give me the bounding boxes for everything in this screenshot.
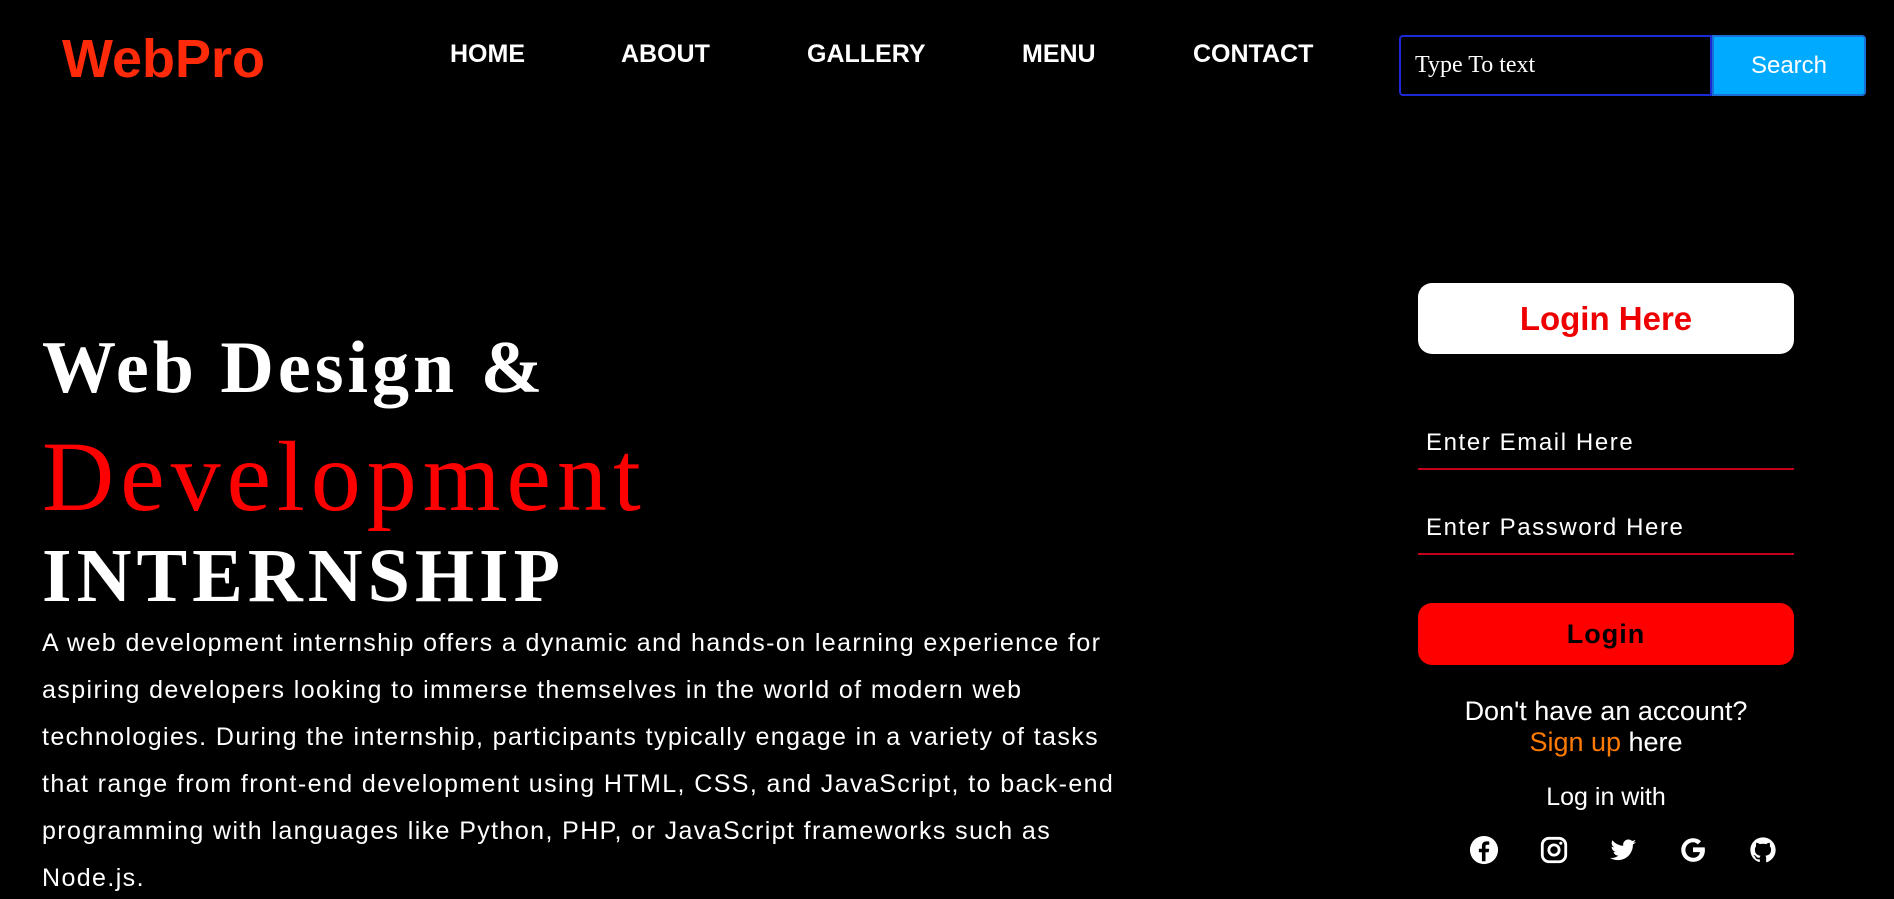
- hero-title-line2: Development: [42, 421, 647, 532]
- login-title: Login Here: [1418, 283, 1794, 354]
- password-field-wrapper: [1418, 503, 1794, 555]
- signup-suffix: here: [1621, 727, 1683, 757]
- nav-contact[interactable]: CONTACT: [1193, 40, 1313, 69]
- page: WebPro HOME ABOUT GALLERY MENU CONTACT S…: [0, 0, 1894, 899]
- search-input[interactable]: [1399, 35, 1712, 96]
- google-icon[interactable]: [1677, 834, 1709, 866]
- github-icon[interactable]: [1747, 834, 1779, 866]
- no-account-text: Don't have an account?: [1464, 696, 1748, 726]
- email-field-wrapper: [1418, 418, 1794, 470]
- nav-gallery[interactable]: GALLERY: [807, 40, 926, 69]
- nav-menu[interactable]: MENU: [1022, 40, 1096, 69]
- hero-title-line3: INTERNSHIP: [42, 534, 565, 618]
- password-field[interactable]: [1418, 503, 1794, 553]
- nav-about[interactable]: ABOUT: [621, 40, 710, 69]
- signup-prompt: Sign up here: [1418, 727, 1794, 758]
- login-button[interactable]: Login: [1418, 603, 1794, 665]
- instagram-icon[interactable]: [1538, 834, 1570, 866]
- facebook-icon[interactable]: [1468, 834, 1500, 866]
- login-with-label: Log in with: [1546, 783, 1666, 811]
- search-button[interactable]: Search: [1712, 35, 1866, 96]
- email-field[interactable]: [1418, 418, 1794, 468]
- nav-home[interactable]: HOME: [450, 40, 525, 69]
- signup-link[interactable]: Sign up: [1529, 727, 1621, 757]
- search-bar: Search: [1399, 35, 1866, 96]
- twitter-icon[interactable]: [1607, 834, 1639, 866]
- hero-title-line1: Web Design &: [42, 327, 547, 409]
- hero-description: A web development internship offers a dy…: [42, 629, 1115, 892]
- logo[interactable]: WebPro: [62, 28, 265, 90]
